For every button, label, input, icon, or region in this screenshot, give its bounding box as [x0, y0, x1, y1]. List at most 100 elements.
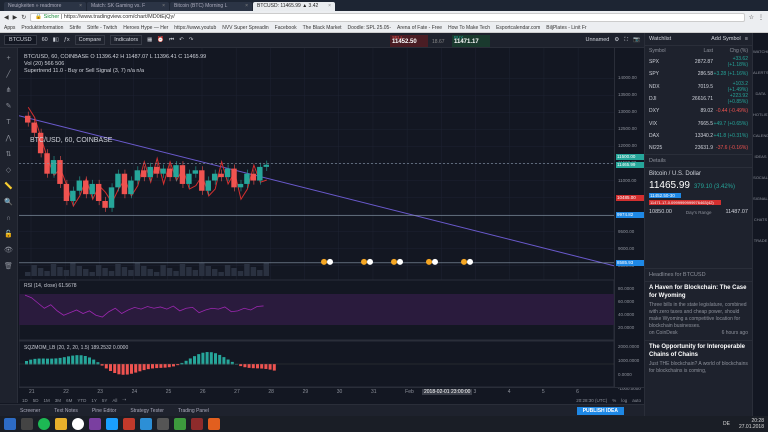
browser-tab-active[interactable]: BTCUSD: 11465.99 ▲ 3.42 ×: [253, 2, 335, 11]
app-icon[interactable]: [89, 418, 101, 430]
fx-icon[interactable]: ƒx: [64, 37, 70, 43]
compare-button[interactable]: Compare: [74, 35, 106, 45]
bookmark[interactable]: The Black Market: [303, 25, 342, 31]
tab-strategy-tester[interactable]: Strategy Tester: [130, 408, 164, 414]
strip-alerts[interactable]: ALERTS: [753, 70, 768, 75]
price-chart[interactable]: [19, 48, 614, 387]
percent-toggle[interactable]: %: [612, 398, 616, 403]
strip-data-window[interactable]: DATA: [753, 91, 768, 96]
news-title[interactable]: A Haven for Blockchain: The Case for Wyo…: [645, 282, 752, 302]
buy-button[interactable]: BUY 11471.17: [452, 35, 490, 47]
column-header[interactable]: Chg (%): [713, 48, 748, 54]
explorer-icon[interactable]: [55, 418, 67, 430]
zoom-icon[interactable]: 🔍: [3, 198, 15, 208]
watchlist-row[interactable]: NDX 7019.5 +103.2 (+1.49%): [645, 81, 752, 93]
undo-icon[interactable]: ↶: [179, 37, 184, 43]
range-1y[interactable]: 1Y: [91, 398, 97, 403]
range-1m[interactable]: 1M: [44, 398, 50, 403]
utc-clock[interactable]: 20:28:30 (UTC): [576, 398, 607, 403]
range-3m[interactable]: 3M: [55, 398, 61, 403]
alert-icon[interactable]: ⏰: [157, 37, 164, 43]
redo-icon[interactable]: ↷: [189, 37, 194, 43]
bookmark[interactable]: NVV Super Spreadin: [222, 25, 268, 31]
log-toggle[interactable]: log: [621, 398, 627, 403]
strip-social[interactable]: SOCIAL: [753, 175, 768, 180]
sell-button[interactable]: SELL 11452.50: [390, 35, 428, 47]
app-icon[interactable]: [123, 418, 135, 430]
app-icon[interactable]: [191, 418, 203, 430]
layout-name[interactable]: Unnamed: [585, 37, 609, 43]
prediction-icon[interactable]: ⇅: [3, 150, 15, 160]
reload-icon[interactable]: ↻: [21, 14, 26, 21]
time-axis[interactable]: 65432Feb3130292827262524232221 2018-02-0…: [19, 387, 644, 396]
brush-icon[interactable]: ✎: [3, 102, 15, 112]
volume-legend[interactable]: Vol (20) 566 506: [24, 61, 206, 68]
bookmark[interactable]: BiljPlates - Linit Fr: [546, 25, 586, 31]
watchlist-row[interactable]: DJI 26616.71 +223.92 (+0.85%): [645, 93, 752, 105]
tab-text-notes[interactable]: Text Notes: [54, 408, 78, 414]
strip-chats[interactable]: CHATS: [753, 217, 768, 222]
strip-signals[interactable]: SIGNALS: [753, 196, 768, 201]
bookmark[interactable]: Esportcalendar.com: [496, 25, 540, 31]
close-icon[interactable]: ×: [162, 2, 165, 11]
system-clock[interactable]: 20:28 27.01.2018: [739, 418, 764, 430]
forward-icon[interactable]: ▶: [13, 14, 18, 21]
close-icon[interactable]: ×: [328, 2, 331, 11]
replay-icon[interactable]: ⏮: [169, 37, 174, 44]
browser-tab[interactable]: Bitcoin (BTC) Morning L ×: [170, 2, 252, 11]
tab-pine-editor[interactable]: Pine Editor: [92, 408, 116, 414]
supertrend-legend[interactable]: Supertrend 11.0 - Buy or Sell Signal (3,…: [24, 68, 206, 75]
watchlist-row[interactable]: SPY 286.58 +3.28 (+1.16%): [645, 68, 752, 80]
goto-icon[interactable]: ⇢: [122, 397, 126, 403]
add-symbol-button[interactable]: Add Symbol: [711, 36, 741, 42]
steam-icon[interactable]: [106, 418, 118, 430]
indicators-button[interactable]: Indicators: [110, 35, 143, 45]
task-view-icon[interactable]: [21, 418, 33, 430]
fullscreen-icon[interactable]: ⛶: [624, 37, 628, 44]
range-5y[interactable]: 5Y: [102, 398, 108, 403]
url-field[interactable]: 🔒 Sicher | https://www.tradingview.com/c…: [30, 12, 745, 22]
ruler-icon[interactable]: 📏: [3, 182, 15, 192]
bookmark[interactable]: Strife - Twitch: [87, 25, 117, 31]
strip-trade[interactable]: TRADE: [753, 238, 768, 243]
range-all[interactable]: All: [112, 398, 117, 403]
bookmark[interactable]: Apps: [4, 25, 15, 31]
headlines-header[interactable]: Headlines for BTCUSD: [645, 268, 752, 283]
shapes-icon[interactable]: ◇: [3, 166, 15, 176]
lock-drawings-icon[interactable]: 🔓: [3, 230, 15, 240]
range-1d[interactable]: 1D: [22, 398, 28, 403]
symbol-search[interactable]: BTCUSD: [4, 35, 37, 45]
back-icon[interactable]: ◀: [4, 14, 9, 21]
browser-tab[interactable]: Neuigkeiten » readmore ×: [4, 2, 86, 11]
camera-icon[interactable]: 📷: [633, 37, 640, 43]
app-icon[interactable]: [174, 418, 186, 430]
bookmark[interactable]: Doodle: SPL 25.05-: [348, 25, 391, 31]
sqz-legend[interactable]: SQZMOM_LB (20, 2, 20, 1.5) 189.2532 0.00…: [24, 345, 128, 351]
settings-icon[interactable]: ⚙: [614, 37, 619, 43]
watchlist-title[interactable]: Watchlist: [649, 36, 671, 42]
strip-watchlist[interactable]: WATCHLIST: [753, 49, 768, 54]
auto-toggle[interactable]: auto: [632, 398, 641, 403]
language-indicator[interactable]: DE: [723, 421, 730, 427]
crosshair-icon[interactable]: +: [3, 54, 15, 64]
news-source[interactable]: on CoinDesk: [649, 330, 678, 337]
rsi-legend[interactable]: RSI (14, close) 61.5678: [24, 283, 77, 289]
magnet-icon[interactable]: ∩: [3, 214, 15, 224]
watchlist-row[interactable]: NI225 23631.9 -37.6 (-0.16%): [645, 142, 752, 154]
star-icon[interactable]: ☆: [749, 14, 754, 21]
app-icon[interactable]: [140, 418, 152, 430]
close-icon[interactable]: ×: [79, 2, 82, 11]
watchlist-row[interactable]: DAX 13340.2 +41.8 (+0.31%): [645, 130, 752, 142]
trash-icon[interactable]: 🗑: [3, 262, 15, 272]
pattern-icon[interactable]: ⋀: [3, 134, 15, 144]
eye-icon[interactable]: 👁: [3, 246, 15, 256]
strip-calendar[interactable]: CALENDAR: [753, 133, 768, 138]
bookmark[interactable]: Heroes Hype — Her: [123, 25, 168, 31]
bookmark[interactable]: Arena of Fate - Free: [397, 25, 442, 31]
app-icon[interactable]: [157, 418, 169, 430]
details-header[interactable]: Details: [645, 154, 752, 169]
watchlist-row[interactable]: SPX 2872.87 +33.62 (+1.18%): [645, 56, 752, 68]
column-header[interactable]: Last: [685, 48, 713, 54]
column-header[interactable]: Symbol: [649, 48, 685, 54]
bookmark[interactable]: Strife: [69, 25, 81, 31]
